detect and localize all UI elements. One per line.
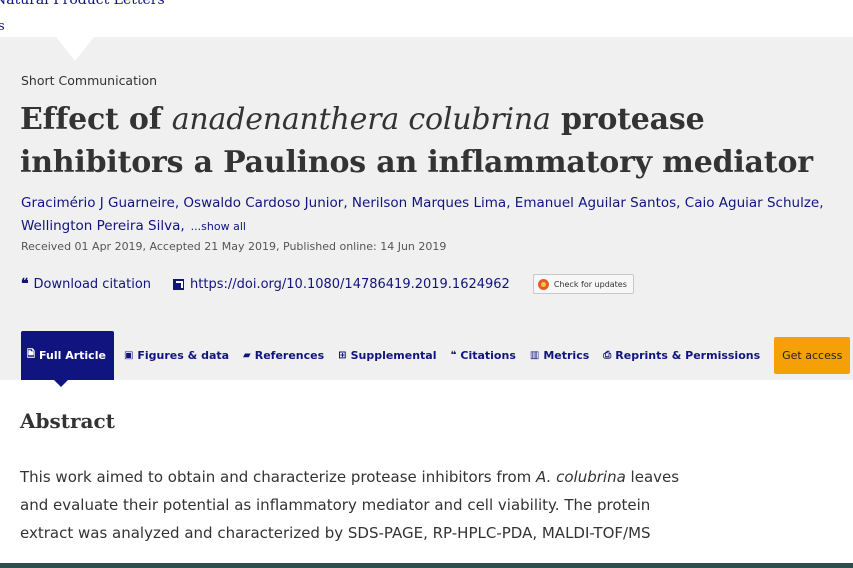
article-links-row: ❝ Download citation https://doi.org/10.1… [21, 272, 634, 296]
article-type: Short Communication [21, 73, 158, 88]
abstract-line: extract was analyzed and characterized b… [20, 524, 651, 542]
journal-sub-link[interactable]: s [0, 19, 5, 34]
author-link[interactable]: Gracimério J Guarneire, [21, 195, 179, 211]
image-icon: ▣ [123, 350, 134, 361]
tab-metrics[interactable]: ▥ Metrics [530, 349, 589, 362]
tab-reprints-permissions[interactable]: ⎙ Reprints & Permissions [603, 349, 760, 362]
book-icon: ▰ [243, 350, 251, 361]
doi-label: https://doi.org/10.1080/14786419.2019.16… [190, 276, 510, 292]
article-tabs: 🗎 Full Article ▣ Figures & data ▰ Refere… [21, 331, 851, 387]
tab-full-article[interactable]: 🗎 Full Article [21, 331, 114, 387]
tab-figures-data[interactable]: ▣ Figures & data [124, 349, 229, 362]
file-icon: 🗎 [27, 349, 36, 360]
tab-references[interactable]: ▰ References [243, 349, 324, 362]
tab-citations[interactable]: ❝ Citations [451, 349, 516, 362]
tab-label: Metrics [543, 349, 590, 362]
abstract-body: This work aimed to obtain and characteri… [20, 463, 760, 547]
tab-label: Supplemental [350, 349, 437, 362]
tab-label: Reprints & Permissions [615, 349, 761, 362]
external-link-icon [173, 278, 185, 290]
header-notch [56, 37, 94, 61]
tab-label: Figures & data [137, 349, 230, 362]
quote-icon: ❝ [450, 350, 457, 361]
abstract-line: and evaluate their potential as inflamma… [20, 496, 651, 514]
crossmark-icon [537, 278, 549, 290]
get-access-button[interactable]: Get access [774, 337, 851, 374]
article-title: Effect of anadenanthera colubrina protea… [20, 102, 813, 180]
check-updates-label: Check for updates [553, 279, 627, 289]
bar-chart-icon: ▥ [529, 350, 540, 361]
abstract-line: This work aimed to obtain and characteri… [20, 468, 680, 486]
abstract-heading: Abstract [20, 409, 115, 433]
tab-supplemental[interactable]: ⊞ Supplemental [338, 349, 436, 362]
author-link[interactable]: Wellington Pereira Silva, [21, 218, 185, 234]
author-list: Gracimério J Guarneire, Oswaldo Cardoso … [21, 192, 851, 238]
publication-dates: Received 01 Apr 2019, Accepted 21 May 20… [21, 240, 447, 253]
bottom-bar [0, 563, 853, 568]
tab-label: References [254, 349, 325, 362]
author-link[interactable]: Oswaldo Cardoso Junior, [183, 195, 347, 211]
journal-name-link[interactable]: Natural Product Letters [0, 0, 165, 8]
download-citation-link[interactable]: ❝ Download citation [21, 276, 151, 292]
author-link[interactable]: Nerilson Marques Lima, [352, 195, 511, 211]
check-for-updates-button[interactable]: Check for updates [532, 274, 634, 294]
tab-label: Citations [460, 349, 516, 362]
quote-icon: ❝ [21, 276, 29, 292]
plus-icon: ⊞ [338, 350, 347, 361]
journal-header: Natural Product Letters s [0, 0, 853, 37]
tab-label: Full Article [39, 349, 106, 362]
show-all-authors-link[interactable]: ...show all [191, 220, 246, 233]
download-citation-label: Download citation [33, 276, 152, 292]
doi-link[interactable]: https://doi.org/10.1080/14786419.2019.16… [173, 277, 510, 292]
author-link[interactable]: Emanuel Aguilar Santos, [515, 195, 681, 211]
print-icon: ⎙ [603, 350, 612, 361]
author-link[interactable]: Caio Aguiar Schulze, [685, 195, 824, 211]
